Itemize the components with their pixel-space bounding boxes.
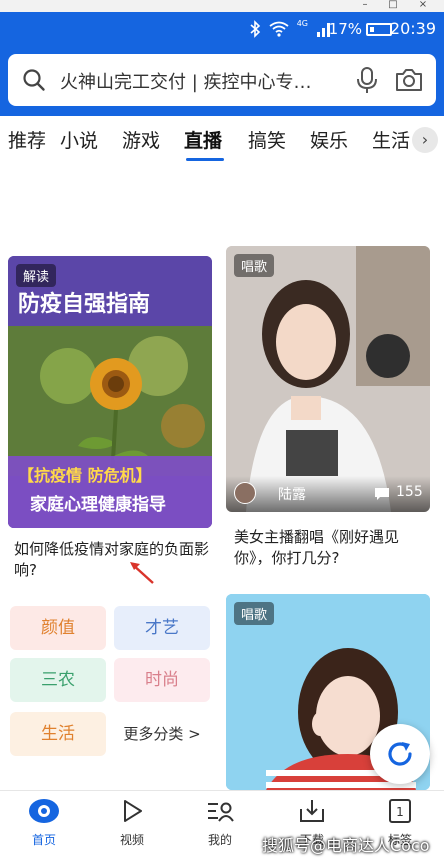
play-icon: [124, 800, 142, 822]
poster-banner-slogan: 【抗疫情 防危机】: [18, 466, 152, 485]
tab-games[interactable]: 游戏: [122, 126, 160, 153]
maximize-icon[interactable]: □: [384, 0, 402, 12]
category-life[interactable]: 生活: [10, 712, 106, 756]
wifi-icon: [269, 21, 289, 37]
category-rural[interactable]: 三农: [10, 658, 106, 702]
minimize-icon[interactable]: –: [356, 0, 374, 12]
window-chrome: – □ ×: [0, 0, 444, 12]
viewer-count: 155: [396, 484, 423, 500]
bluetooth-icon: [250, 20, 260, 38]
category-fashion[interactable]: 时尚: [114, 658, 210, 702]
category-tag: 解读: [16, 264, 57, 287]
streamer-name[interactable]: 陆露: [278, 484, 306, 504]
poster-title: 防疫自强指南: [18, 292, 151, 317]
category-appearance[interactable]: 颜值: [10, 606, 106, 650]
live-card-title-right[interactable]: 美女主播翻唱《刚好遇见你》，你打几分?: [234, 527, 430, 569]
close-icon[interactable]: ×: [414, 0, 432, 12]
source-watermark: 搜狐号@电商达人Coco: [262, 836, 430, 855]
category-talent[interactable]: 才艺: [114, 606, 210, 650]
refresh-icon: [388, 742, 412, 766]
svg-text:1: 1: [396, 805, 404, 819]
comment-icon: [375, 488, 389, 500]
active-tab-indicator: [186, 158, 224, 161]
app-header: 4G 17% 20:39 火神山完工交付 | 疾控中心专…: [0, 12, 444, 116]
tab-recommend[interactable]: 推荐: [8, 126, 46, 153]
microphone-icon[interactable]: [356, 66, 378, 94]
window-tabs-icon: 1: [389, 799, 411, 823]
refresh-button[interactable]: [370, 724, 430, 784]
annotation-arrow-icon: [130, 562, 154, 584]
status-bar: 4G 17% 20:39: [0, 12, 444, 46]
nav-video[interactable]: 视频: [102, 797, 162, 848]
nav-home[interactable]: 首页: [14, 797, 74, 848]
channel-tabs: 推荐 小说 游戏 直播 搞笑 娱乐 生活 ›: [0, 116, 444, 166]
nav-label: 视频: [119, 833, 144, 847]
poster-banner-subtitle: 家庭心理健康指导: [30, 495, 166, 515]
tab-live[interactable]: 直播: [184, 126, 222, 153]
battery-percentage: 17%: [328, 20, 362, 38]
live-card-thumbnail-right[interactable]: 唱歌 陆露 155: [226, 246, 430, 512]
tab-entertainment[interactable]: 娱乐: [310, 126, 348, 153]
live-card-thumbnail-left[interactable]: 解读 防疫自强指南 【抗疫情 防危机】 家庭心理健康指导: [8, 256, 212, 528]
network-label: 4G: [296, 18, 308, 28]
home-eye-icon: [29, 799, 59, 823]
tab-life[interactable]: 生活: [372, 126, 410, 153]
nav-label: 我的: [207, 833, 232, 847]
battery-icon: [366, 23, 392, 36]
category-tag: 唱歌: [234, 602, 275, 625]
streamer-photo: [226, 246, 430, 512]
search-icon[interactable]: [22, 68, 46, 92]
tab-novel[interactable]: 小说: [60, 126, 98, 153]
status-time: 20:39: [389, 19, 436, 38]
profile-menu-icon: [208, 802, 234, 822]
camera-icon[interactable]: [394, 67, 424, 93]
nav-label: 首页: [31, 833, 56, 847]
streamer-avatar[interactable]: [234, 482, 256, 504]
search-bar[interactable]: 火神山完工交付 | 疾控中心专…: [8, 54, 436, 106]
category-tag: 唱歌: [234, 254, 275, 277]
tab-funny[interactable]: 搞笑: [248, 126, 286, 153]
more-categories-link[interactable]: 更多分类 >: [114, 712, 210, 756]
more-tabs-chevron-icon[interactable]: ›: [412, 127, 438, 153]
nav-mine[interactable]: 我的: [190, 797, 250, 848]
search-input[interactable]: 火神山完工交付 | 疾控中心专…: [60, 68, 340, 94]
live-card-title-left[interactable]: 如何降低疫情对家庭的负面影响?: [14, 539, 214, 581]
download-icon: [300, 800, 324, 822]
